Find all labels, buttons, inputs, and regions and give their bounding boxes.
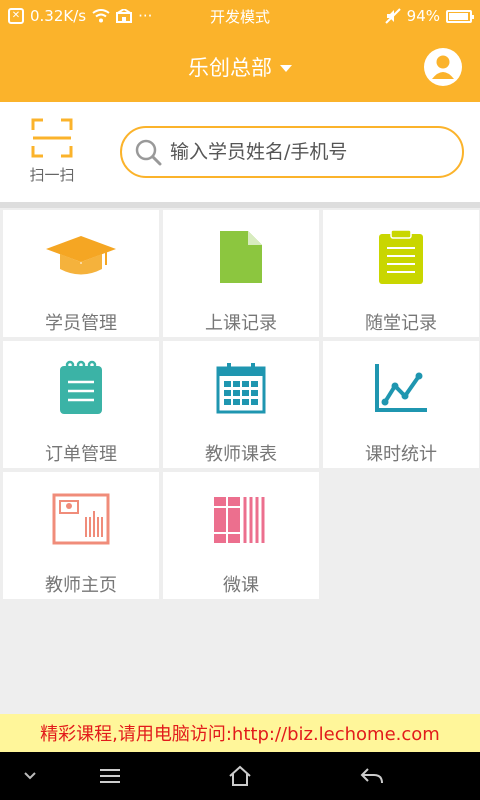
user-icon bbox=[432, 55, 454, 79]
nav-back-button[interactable] bbox=[350, 752, 394, 800]
graduation-cap-icon bbox=[46, 236, 116, 275]
notepad-icon bbox=[60, 360, 102, 414]
status-bar: ✕ 0.32K/s ··· 开发模式 94% bbox=[0, 0, 480, 32]
calendar-icon bbox=[216, 363, 266, 414]
chevron-down-icon bbox=[24, 772, 36, 780]
menu-item-label: 微课 bbox=[223, 575, 259, 596]
search-box[interactable] bbox=[120, 126, 464, 178]
menu-item-label: 上课记录 bbox=[205, 313, 277, 334]
menu-item-label: 订单管理 bbox=[45, 444, 117, 465]
promo-banner[interactable]: 精彩课程,请用电脑访问:http://biz.lechome.com bbox=[0, 714, 480, 752]
menu-item-in-class-record[interactable]: 随堂记录 bbox=[323, 210, 479, 337]
menu-item-class-record[interactable]: 上课记录 bbox=[163, 210, 319, 337]
scan-label: 扫一扫 bbox=[29, 166, 75, 184]
menu-icon bbox=[100, 769, 120, 783]
nav-home-button[interactable] bbox=[218, 752, 262, 800]
menu-item-teacher-schedule[interactable]: 教师课表 bbox=[163, 341, 319, 468]
profile-card-icon bbox=[52, 493, 110, 545]
app-header: 乐创总部 bbox=[0, 32, 480, 102]
menu-item-label: 学员管理 bbox=[45, 313, 117, 334]
status-right: 94% bbox=[384, 0, 474, 32]
battery-fill bbox=[449, 12, 468, 20]
books-icon bbox=[214, 497, 265, 543]
menu-item-micro-course[interactable]: 微课 bbox=[163, 472, 319, 599]
back-icon bbox=[360, 768, 383, 784]
menu-item-order-management[interactable]: 订单管理 bbox=[3, 341, 159, 468]
section-divider bbox=[0, 202, 480, 208]
scan-button[interactable]: 扫一扫 bbox=[20, 118, 84, 190]
search-row: 扫一扫 bbox=[0, 102, 480, 202]
scan-icon bbox=[31, 118, 73, 158]
battery-percent: 94% bbox=[406, 7, 440, 25]
avatar[interactable] bbox=[424, 48, 462, 86]
menu-item-label: 课时统计 bbox=[365, 444, 437, 465]
menu-item-teacher-homepage[interactable]: 教师主页 bbox=[3, 472, 159, 599]
menu-item-label: 教师主页 bbox=[45, 575, 117, 596]
system-navigation-bar bbox=[0, 752, 480, 800]
developer-mode-label: 开发模式 bbox=[209, 7, 270, 26]
nav-menu-button[interactable] bbox=[88, 752, 132, 800]
battery-icon bbox=[446, 9, 474, 23]
campus-title: 乐创总部 bbox=[188, 56, 272, 80]
document-icon bbox=[220, 231, 262, 283]
menu-item-student-management[interactable]: 学员管理 bbox=[3, 210, 159, 337]
clipboard-icon bbox=[379, 229, 423, 284]
menu-item-hours-statistics[interactable]: 课时统计 bbox=[323, 341, 479, 468]
caret-down-icon bbox=[280, 64, 292, 72]
promo-text: 精彩课程,请用电脑访问:http://biz.lechome.com bbox=[40, 724, 440, 745]
nav-collapse-button[interactable] bbox=[8, 752, 52, 800]
line-chart-icon bbox=[375, 364, 427, 412]
mute-icon bbox=[384, 8, 401, 24]
campus-selector[interactable]: 乐创总部 bbox=[0, 32, 480, 102]
search-icon bbox=[135, 139, 162, 166]
menu-item-label: 教师课表 bbox=[205, 444, 277, 465]
search-input[interactable] bbox=[170, 141, 450, 163]
home-icon bbox=[229, 765, 251, 786]
menu-item-label: 随堂记录 bbox=[365, 313, 437, 334]
